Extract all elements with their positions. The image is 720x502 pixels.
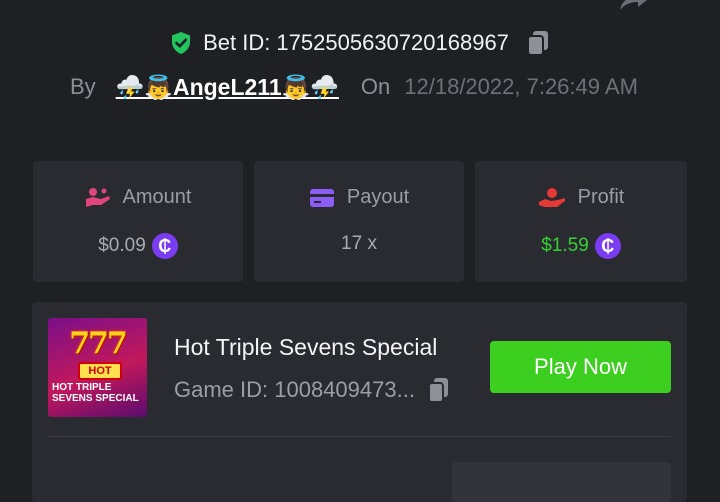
coin-icon: ₵ [151, 233, 178, 259]
coin-icon: ₵ [594, 233, 621, 259]
game-id-row: Game ID: 1008409473... [174, 376, 451, 404]
bet-author-row: By ⛈️👼AngeL211👼⛈️ On 12/18/2022, 7:26:49… [70, 72, 710, 102]
game-thumbnail[interactable]: 777 HOT HOT TRIPLE SEVENS SPECIAL [48, 318, 147, 417]
amount-value: $0.09 [98, 235, 146, 256]
sevens-graphic: 777 [69, 326, 128, 361]
hand-money-icon [538, 187, 565, 207]
amount-card: Amount $0.09 ₵ [33, 161, 243, 282]
share-icon[interactable] [616, 0, 648, 12]
thumbnail-caption: HOT TRIPLE SEVENS SPECIAL [52, 382, 139, 404]
bet-id-row: Bet ID: 1752505630720168967 [0, 29, 720, 57]
profit-value: $1.59 [541, 235, 589, 256]
hot-badge: HOT [78, 362, 122, 380]
amount-label: Amount [122, 186, 192, 208]
bet-id: Bet ID: 1752505630720168967 [203, 30, 509, 55]
wallet-card-icon [309, 188, 334, 207]
hand-coins-icon [85, 187, 110, 207]
bet-datetime: 12/18/2022, 7:26:49 AM [404, 74, 638, 99]
payout-value: 17 x [341, 233, 377, 254]
profit-card: Profit $1.59 ₵ [475, 161, 687, 282]
verified-shield-icon [172, 32, 191, 54]
profit-label: Profit [577, 186, 625, 208]
game-panel: 777 HOT HOT TRIPLE SEVENS SPECIAL Hot Tr… [32, 302, 687, 502]
divider [48, 436, 671, 437]
on-label: On [360, 74, 391, 99]
game-title[interactable]: Hot Triple Sevens Special [174, 334, 437, 361]
bottom-action-box[interactable] [452, 462, 671, 502]
game-id: Game ID: 1008409473... [174, 377, 415, 402]
copy-game-id-icon[interactable] [427, 376, 451, 404]
play-now-button[interactable]: Play Now [490, 341, 671, 393]
copy-bet-id-icon[interactable] [525, 29, 551, 57]
by-label: By [70, 74, 96, 99]
username-link[interactable]: ⛈️👼AngeL211👼⛈️ [116, 74, 339, 101]
payout-label: Payout [346, 186, 410, 208]
payout-card: Payout 17 x [254, 161, 464, 282]
